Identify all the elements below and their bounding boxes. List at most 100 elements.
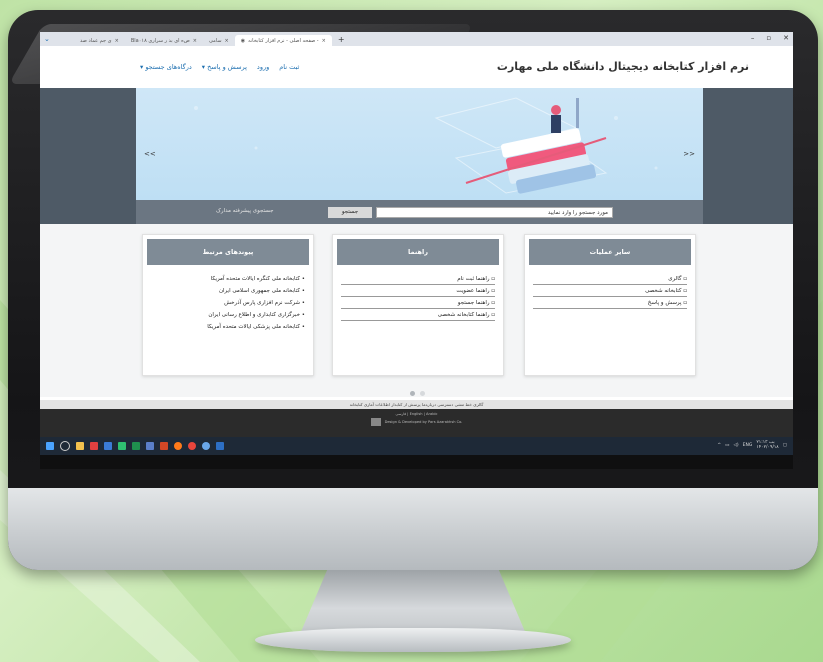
file-explorer-icon[interactable] [76, 442, 84, 450]
hero-prev-button[interactable]: << [144, 150, 156, 158]
list-item[interactable]: ▫ راهنما کتابخانه شخصی [341, 309, 495, 321]
page-icon: ◉ [240, 37, 246, 44]
chevron-up-icon[interactable]: ^ [717, 443, 721, 448]
hero-next-button[interactable]: >> [683, 150, 695, 158]
site-title[interactable]: نرم افزار کتابخانه دیجیتال دانشگاه ملی م… [497, 60, 749, 73]
list-item[interactable]: ▫ پرسش و پاسخ [533, 297, 687, 309]
advanced-search-link[interactable]: جستجوی پیشرفته مدارک [216, 208, 273, 214]
chrome-icon[interactable] [188, 442, 196, 450]
browser-tab[interactable]: ی‌ جم عماد صد × [74, 35, 125, 46]
list-item[interactable]: • کتابخانه ملی جمهوری اسلامی ایران [151, 285, 305, 297]
system-tray: ^ ▭ ◁) ENG ۲۱:۱۳ بب ۱۴۰۲/۰۹/۱۸ ▢ [717, 440, 787, 450]
site-footer: فارسی | English | Arabic Design & Develo… [40, 409, 793, 437]
outlook-icon[interactable] [104, 442, 112, 450]
app-icon[interactable] [202, 442, 210, 450]
link-text: راهنما ثبت نام [457, 276, 490, 282]
hero-illustration [194, 97, 658, 194]
search-button[interactable]: جستجو [328, 207, 372, 218]
language-switcher[interactable]: فارسی | English | Arabic [40, 409, 793, 416]
windows-start-icon[interactable] [46, 442, 54, 450]
list-item[interactable]: • شرکت نرم افزاری پارس آذرخش [151, 297, 305, 309]
screen-bottom-bezel [40, 455, 793, 469]
card-title: راهنما [337, 239, 499, 265]
maximize-button[interactable]: ▫ [766, 34, 771, 42]
window-controls: – ▫ ✕ [751, 34, 789, 42]
link-text: گالری [668, 276, 682, 282]
browser-tab[interactable]: Bla۰۱۸ ص‌‌ه ای بذ ر‌ سراری × [125, 35, 203, 46]
notification-icon[interactable]: ▢ [783, 443, 787, 448]
link-text: شرکت نرم افزاری پارس آذرخش [224, 300, 300, 306]
hero-slider: << >> [136, 88, 703, 200]
slider-dot[interactable] [410, 391, 415, 396]
content-area: پیوندهای مرتبط • کتابخانه ملی کنگره ایال… [40, 224, 793, 397]
link-text: خبرگزاری کتابداری و اطلاع رسانی ایران [208, 312, 300, 318]
powerpoint-icon[interactable] [160, 442, 168, 450]
list-item[interactable]: • کتابخانه ملی کنگره ایالات متحده آمریکا [151, 273, 305, 285]
guide-list: ▫ راهنما ثبت نام ▫ راهنما عضویت ▫ راهنما… [341, 273, 495, 321]
list-item[interactable]: ▫ گالری [533, 273, 687, 285]
browser-tab[interactable]: سامی × [203, 35, 235, 46]
photoshop-icon[interactable] [216, 442, 224, 450]
footer-credit: Design & Developed by Pars Azarakhsh Co. [384, 420, 463, 424]
tab-title: سامی [208, 37, 222, 44]
minimize-button[interactable]: – [751, 34, 755, 42]
volume-icon[interactable]: ◁) [733, 443, 738, 448]
close-icon[interactable]: × [225, 38, 229, 44]
clock-date: ۱۴۰۲/۰۹/۱۸ [756, 445, 779, 450]
list-item[interactable]: ▫ راهنما عضویت [341, 285, 495, 297]
slider-dot[interactable] [420, 391, 425, 396]
list-item[interactable]: • کتابخانه ملی پزشکی ایالات متحده آمریکا [151, 321, 305, 333]
windows-taskbar: ^ ▭ ◁) ENG ۲۱:۱۳ بب ۱۴۰۲/۰۹/۱۸ ▢ [40, 437, 793, 455]
acrobat-icon[interactable] [90, 442, 98, 450]
main-nav: ثبت نام ورود پرسش و پاسخ ▾ درگاه‌های جست… [140, 63, 299, 71]
list-item[interactable]: ▫ راهنما جستجو [341, 297, 495, 309]
link-text: راهنما عضویت [456, 288, 490, 294]
app-icon[interactable] [146, 442, 154, 450]
input-language[interactable]: ENG [743, 443, 753, 448]
nav-search-portals[interactable]: درگاه‌های جستجو ▾ [140, 63, 192, 71]
monitor-stand [300, 570, 526, 634]
link-text: کتابخانه ملی کنگره ایالات متحده آمریکا [210, 276, 300, 282]
browser-tab-bar: ⌄ ی‌ جم عماد صد × Bla۰۱۸ ص‌‌ه ای بذ ر‌ سر… [40, 32, 793, 46]
link-text: راهنما کتابخانه شخصی [437, 312, 490, 318]
tab-title: صفحه اصلی - نرم افزار کتابخانه - [248, 37, 319, 44]
tab-title: ی‌ جم عماد صد [80, 37, 112, 44]
link-text: کتابخانه ملی پزشکی ایالات متحده آمریکا [207, 324, 300, 330]
screen: ⌄ ی‌ جم عماد صد × Bla۰۱۸ ص‌‌ه ای بذ ر‌ سر… [40, 32, 793, 469]
excel-icon[interactable] [132, 442, 140, 450]
app-icon[interactable] [118, 442, 126, 450]
tab-list-icon[interactable]: ⌄ [40, 35, 74, 43]
nav-register[interactable]: ثبت نام [279, 63, 299, 71]
browser-tab-active[interactable]: ◉ صفحه اصلی - نرم افزار کتابخانه - × [234, 35, 332, 46]
related-links-list: • کتابخانه ملی کنگره ایالات متحده آمریکا… [151, 273, 305, 333]
link-text: کتابخانه ملی جمهوری اسلامی ایران [218, 288, 300, 294]
card-related-links: پیوندهای مرتبط • کتابخانه ملی کنگره ایال… [142, 234, 314, 376]
firefox-icon[interactable] [174, 442, 182, 450]
nav-faq[interactable]: پرسش و پاسخ ▾ [202, 63, 247, 71]
link-text: کتابخانه شخصی [645, 288, 682, 294]
clock[interactable]: ۲۱:۱۳ بب ۱۴۰۲/۰۹/۱۸ [756, 440, 778, 450]
close-icon[interactable]: × [322, 38, 326, 44]
close-icon[interactable]: × [193, 38, 197, 44]
footer-links[interactable]: گالری خط مشی دسترسی درباره‌ما پرسش از کت… [40, 400, 793, 409]
card-title: سایر عملیات [529, 239, 691, 265]
monitor-base [255, 628, 571, 652]
search-input[interactable]: مورد جستجو را وارد نمایید [376, 207, 613, 218]
monitor-chin [8, 488, 818, 570]
card-other-operations: سایر عملیات ▫ گالری ▫ کتابخانه شخصی ▫ پر… [524, 234, 696, 376]
site-header: نرم افزار کتابخانه دیجیتال دانشگاه ملی م… [40, 46, 793, 88]
nav-login[interactable]: ورود [257, 63, 269, 71]
network-icon[interactable]: ▭ [725, 443, 729, 448]
close-window-button[interactable]: ✕ [783, 34, 789, 42]
list-item[interactable]: ▫ راهنما ثبت نام [341, 273, 495, 285]
new-tab-button[interactable]: + [332, 35, 345, 44]
list-item[interactable]: ▫ کتابخانه شخصی [533, 285, 687, 297]
close-icon[interactable]: × [115, 38, 119, 44]
search-icon[interactable] [60, 441, 70, 451]
tab-title: Bla۰۱۸ ص‌‌ه ای بذ ر‌ سراری [130, 37, 190, 44]
list-item[interactable]: • خبرگزاری کتابداری و اطلاع رسانی ایران [151, 309, 305, 321]
other-operations-list: ▫ گالری ▫ کتابخانه شخصی ▫ پرسش و پاسخ [533, 273, 687, 309]
link-text: پرسش و پاسخ [647, 300, 682, 306]
company-logo-icon [370, 418, 381, 426]
link-text: راهنما جستجو [457, 300, 490, 306]
